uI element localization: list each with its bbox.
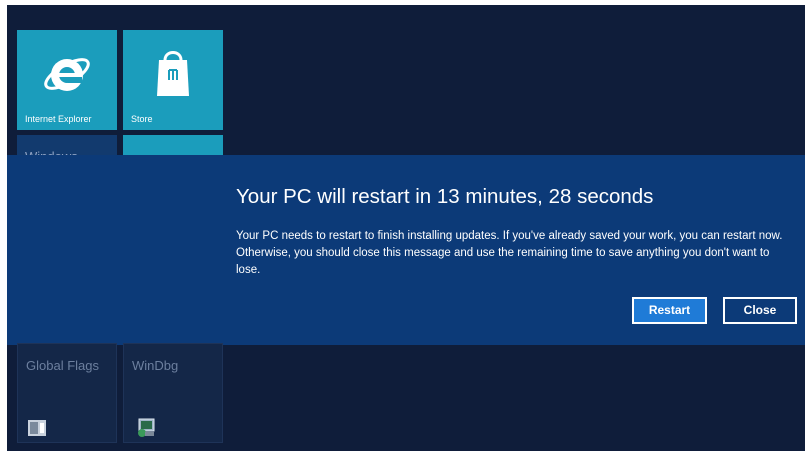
notification-title: Your PC will restart in 13 minutes, 28 s… — [236, 185, 654, 208]
tile-store[interactable]: Store — [123, 30, 223, 130]
restart-notification-banner: Your PC will restart in 13 minutes, 28 s… — [7, 155, 805, 345]
internet-explorer-icon — [44, 58, 90, 91]
restart-button[interactable]: Restart — [632, 297, 707, 324]
tile-windbg[interactable]: WinDbg — [123, 343, 223, 443]
tile-label: Internet Explorer — [25, 114, 92, 124]
close-button[interactable]: Close — [723, 297, 797, 324]
tile-global-flags[interactable]: Global Flags — [17, 343, 117, 443]
tile-internet-explorer[interactable]: Internet Explorer — [17, 30, 117, 130]
windbg-icon — [138, 418, 155, 437]
tile-label: Store — [131, 114, 153, 124]
tile-title: WinDbg — [132, 358, 179, 373]
notification-message: Your PC needs to restart to finish insta… — [236, 230, 783, 276]
tile-title: Global Flags — [26, 358, 99, 373]
start-screen: Internet Explorer Store Windows Your PC … — [7, 5, 805, 451]
store-bag-icon — [157, 51, 189, 96]
global-flags-icon — [28, 420, 46, 436]
